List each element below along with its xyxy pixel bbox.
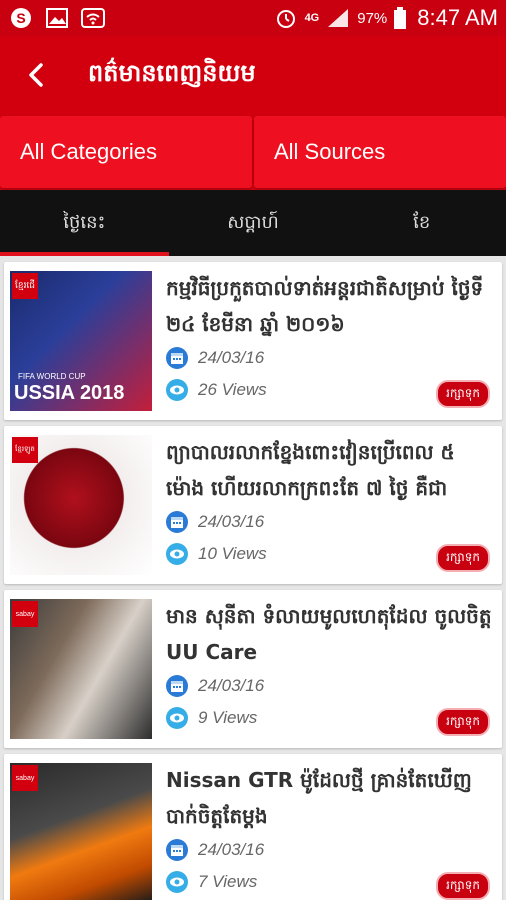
article-views: 7 Views [198, 872, 258, 891]
eye-icon [166, 871, 188, 893]
tab-today[interactable]: ថ្ងៃនេះ [0, 190, 169, 256]
period-tabs: ថ្ងៃនេះ សប្តាហ៍ ខែ [0, 190, 506, 256]
article-date: 24/03/16 [198, 676, 265, 695]
skype-icon: S [8, 6, 34, 30]
app-bar: ពត៌មានពេញនិយម [0, 36, 506, 114]
article-card[interactable]: sabay មាន សុនីតា ទំលាយមូលហេតុដែល ចូលចិត្… [4, 590, 502, 748]
eye-icon [166, 707, 188, 729]
filter-bar: All Categories All Sources [0, 114, 506, 190]
all-sources-button[interactable]: All Sources [254, 116, 506, 188]
battery-icon [393, 6, 407, 30]
article-card[interactable]: sabay Nissan GTR ម៉ូដែលថ្មី គ្រាន់តែឃើញ … [4, 754, 502, 900]
article-views: 10 Views [198, 544, 267, 563]
svg-text:S: S [16, 10, 25, 26]
image-icon [44, 6, 70, 30]
clock: 8:47 AM [417, 5, 498, 30]
save-button[interactable]: រក្សាទុក [436, 380, 490, 408]
article-title[interactable]: ព្យាបាលរលាកខ្នែងពោះវៀនប្រើពេល ៥ ម៉ោង ហើយ… [166, 434, 492, 506]
save-button[interactable]: រក្សាទុក [436, 872, 490, 900]
article-card[interactable]: ខ្មែរឡូត ព្យាបាលរលាកខ្នែងពោះវៀនប្រើពេល ៥… [4, 426, 502, 584]
calendar-icon [166, 675, 188, 697]
battery-percent: 97% [357, 9, 388, 27]
article-views: 26 Views [198, 380, 267, 399]
article-date: 24/03/16 [198, 840, 265, 859]
article-card[interactable]: ខ្មែរជើ FIFA WORLD CUP USSIA 2018 កម្មវិ… [4, 262, 502, 420]
source-badge: sabay [12, 601, 38, 627]
calendar-icon [166, 511, 188, 533]
article-title[interactable]: Nissan GTR ម៉ូដែលថ្មី គ្រាន់តែឃើញ បាក់ចិ… [166, 762, 492, 834]
all-categories-button[interactable]: All Categories [0, 116, 252, 188]
source-badge: sabay [12, 765, 38, 791]
article-views: 9 Views [198, 708, 258, 727]
thumbnail-subcaption: FIFA WORLD CUP [18, 372, 86, 381]
eye-icon [166, 543, 188, 565]
article-title[interactable]: មាន សុនីតា ទំលាយមូលហេតុដែល ចូលចិត្ត UU C… [166, 598, 492, 670]
thumbnail-caption: USSIA 2018 [14, 382, 125, 404]
back-button[interactable] [28, 61, 50, 89]
status-bar: S 4G 97% 8:47 AM [0, 0, 506, 36]
calendar-icon [166, 347, 188, 369]
article-list: ខ្មែរជើ FIFA WORLD CUP USSIA 2018 កម្មវិ… [0, 256, 506, 900]
wifi-icon [80, 6, 106, 30]
article-date: 24/03/16 [198, 348, 265, 367]
article-thumbnail: ខ្មែរជើ FIFA WORLD CUP USSIA 2018 [10, 271, 152, 411]
alarm-icon [273, 6, 299, 30]
source-badge: ខ្មែរជើ [12, 273, 38, 299]
save-button[interactable]: រក្សាទុក [436, 708, 490, 736]
article-thumbnail: sabay [10, 599, 152, 739]
tab-month[interactable]: ខែ [337, 190, 506, 256]
network-type: 4G [304, 12, 320, 24]
save-button[interactable]: រក្សាទុក [436, 544, 490, 572]
chevron-left-icon [29, 63, 43, 87]
article-date: 24/03/16 [198, 512, 265, 531]
page-title: ពត៌មានពេញនិយម [88, 58, 256, 87]
article-thumbnail: sabay [10, 763, 152, 900]
article-thumbnail: ខ្មែរឡូត [10, 435, 152, 575]
tab-week[interactable]: សប្តាហ៍ [169, 190, 338, 256]
signal-icon [325, 6, 351, 30]
source-badge: ខ្មែរឡូត [12, 437, 38, 463]
calendar-icon [166, 839, 188, 861]
article-title[interactable]: កម្មវិធីប្រកួតបាល់ទាត់អន្តរជាតិសម្រាប់ ថ… [166, 270, 492, 342]
eye-icon [166, 379, 188, 401]
